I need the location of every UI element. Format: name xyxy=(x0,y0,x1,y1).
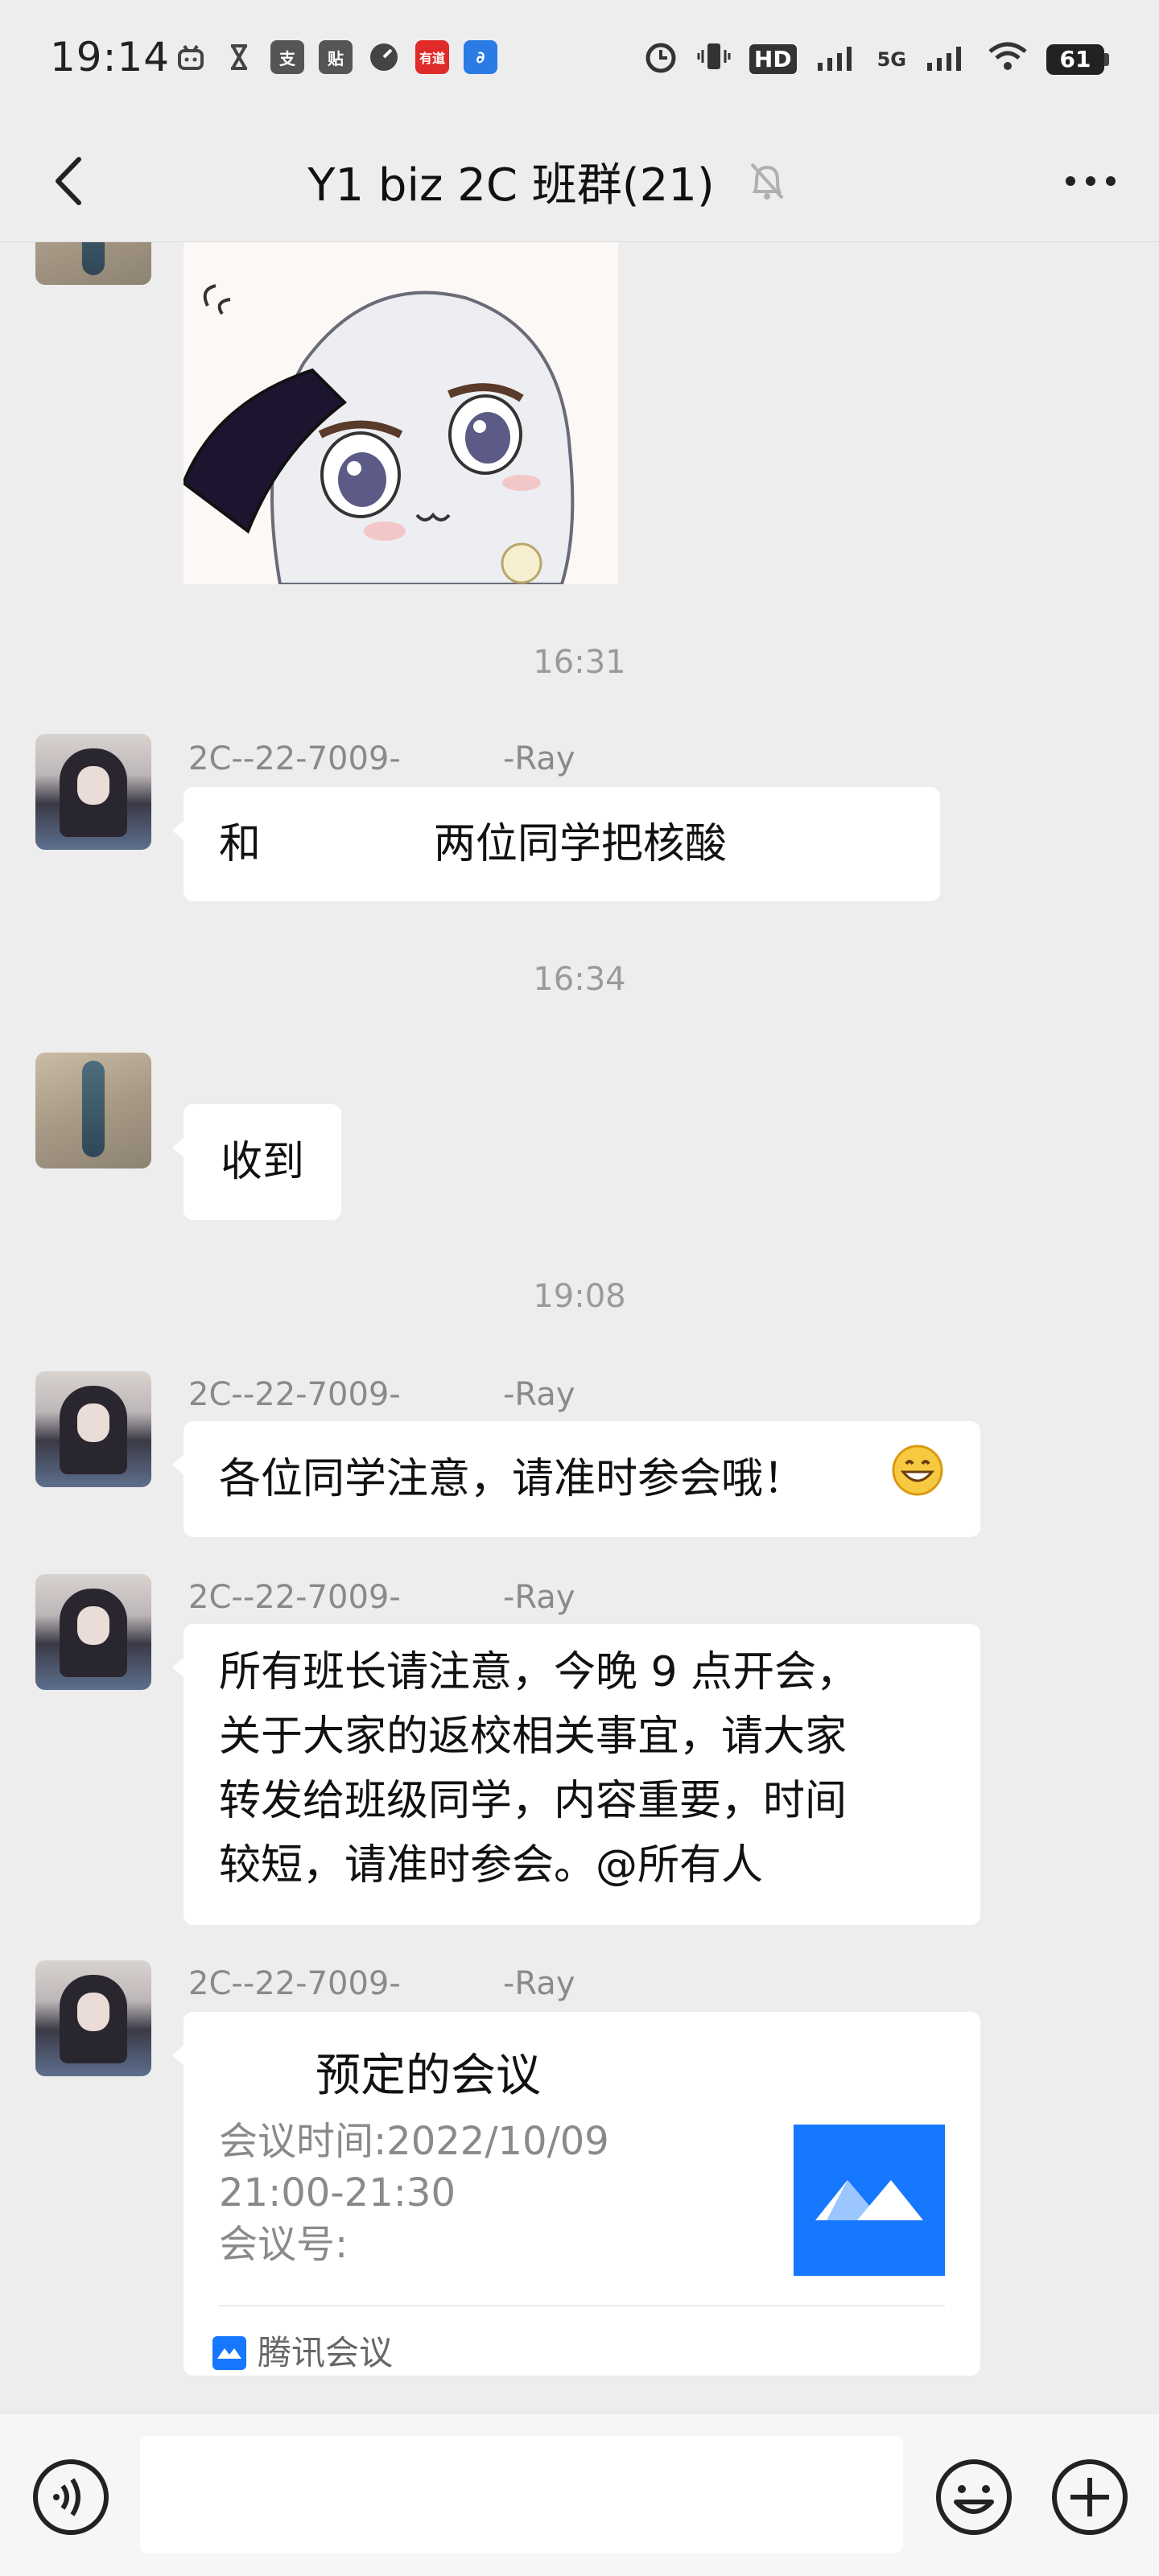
system-icons: HD 5G 61 xyxy=(643,39,1109,80)
input-bar xyxy=(0,2413,1159,2576)
voice-button[interactable] xyxy=(31,2457,111,2537)
timestamp: 19:08 xyxy=(533,1278,626,1315)
plus-icon xyxy=(1052,2459,1128,2535)
chat-title-wrap: Y1 biz 2C 班群(21) xyxy=(0,145,1095,217)
message-text: 和 两位同学把核酸 xyxy=(219,820,727,868)
hd-icon: HD xyxy=(749,44,797,74)
youdao-icon: 有道 xyxy=(415,40,449,74)
meeting-number: 会议号: xyxy=(219,2222,349,2267)
message-bubble[interactable]: 收到 xyxy=(171,1104,342,1220)
sender-name: 2C--22-7009- -Ray xyxy=(188,1965,575,2002)
avatar[interactable] xyxy=(35,734,151,850)
anime-sticker-icon xyxy=(184,241,618,584)
more-dots-icon xyxy=(1066,176,1116,186)
sender-name: 2C--22-7009- -Ray xyxy=(188,1376,575,1413)
meeting-range: 21:00-21:30 xyxy=(219,2170,456,2215)
network-type-label: 5G xyxy=(876,47,906,71)
tencent-meeting-small-icon xyxy=(212,2336,246,2370)
sticker-app-icon: 贴 xyxy=(319,40,353,74)
avatar[interactable] xyxy=(35,1371,151,1487)
emoji-icon xyxy=(936,2459,1012,2535)
meeting-time: 会议时间:2022/10/09 xyxy=(219,2119,609,2164)
message-text: 收到 xyxy=(221,1138,305,1186)
message-bubble[interactable]: 所有班长请注意，今晚 9 点开会， 关于大家的返校相关事宜，请大家 转发给班级同… xyxy=(172,1624,980,1925)
more-functions-button[interactable] xyxy=(1050,2457,1130,2537)
speedometer-icon xyxy=(367,40,401,74)
meeting-card[interactable]: 预定的会议 会议时间:2022/10/09 21:00-21:30 会议号: 腾… xyxy=(172,2012,980,2376)
signal-5g-icon xyxy=(924,39,969,80)
message-bubble[interactable]: 各位同学注意，请准时参会哦！ xyxy=(172,1421,980,1537)
muted-bell-icon xyxy=(750,163,784,200)
alipay-icon: 支 xyxy=(270,40,304,74)
wifi-icon xyxy=(987,39,1029,80)
timestamp: 16:31 xyxy=(533,644,626,681)
chat-title: Y1 biz 2C 班群(21) xyxy=(307,159,715,212)
message-text: 各位同学注意，请准时参会哦！ xyxy=(219,1455,806,1503)
clock: 19:14 xyxy=(50,34,171,80)
message-line: 转发给班级同学，内容重要，时间 xyxy=(219,1777,848,1825)
hourglass-icon xyxy=(222,40,256,74)
divider xyxy=(219,2305,945,2306)
message-input[interactable] xyxy=(140,2436,903,2553)
sender-name: 2C--22-7009- -Ray xyxy=(188,740,575,777)
tencent-meeting-logo-icon xyxy=(794,2125,945,2276)
message-line: 所有班长请注意，今晚 9 点开会， xyxy=(219,1648,859,1696)
more-options-button[interactable] xyxy=(1054,145,1127,217)
voice-icon xyxy=(33,2459,109,2535)
alarm-icon xyxy=(643,39,678,80)
avatar[interactable] xyxy=(35,1053,151,1168)
avatar[interactable] xyxy=(35,1574,151,1690)
timestamp: 16:34 xyxy=(533,961,626,998)
battery-icon: 61 xyxy=(1046,43,1109,75)
battery-level: 61 xyxy=(1046,43,1104,75)
vibrate-icon xyxy=(696,39,732,80)
study-app-icon: ∂ xyxy=(464,40,497,74)
message-bubble[interactable]: 和 两位同学把核酸 xyxy=(172,787,940,901)
sticker-image[interactable] xyxy=(184,241,618,584)
card-app-name: 腾讯会议 xyxy=(258,2333,394,2372)
chat-header: Y1 biz 2C 班群(21) xyxy=(0,121,1159,242)
notification-icons: 支 贴 有道 ∂ xyxy=(174,40,497,74)
emoji-button[interactable] xyxy=(934,2457,1014,2537)
status-bar: 19:14 支 贴 有道 ∂ HD 5G 61 xyxy=(0,0,1159,121)
card-footer: 腾讯会议 xyxy=(212,2321,393,2385)
message-line: 较短，请准时参会。@所有人 xyxy=(219,1841,764,1890)
card-title: 预定的会议 xyxy=(316,2050,541,2102)
message-line: 关于大家的返校相关事宜，请大家 xyxy=(219,1713,848,1761)
avatar[interactable] xyxy=(35,1960,151,2076)
grin-emoji-icon xyxy=(890,1443,945,1516)
sender-name: 2C--22-7009- -Ray xyxy=(188,1579,575,1616)
signal-icon xyxy=(815,39,860,80)
bilibili-icon xyxy=(174,40,208,74)
